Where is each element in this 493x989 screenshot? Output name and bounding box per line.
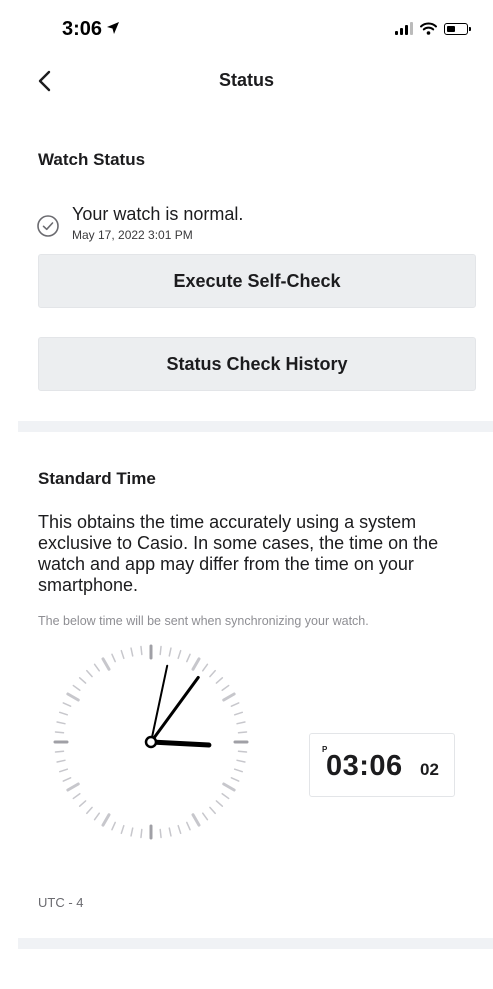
- clock-minute-tick: [130, 827, 134, 837]
- clock-minute-tick: [140, 645, 143, 656]
- clock-center: [144, 735, 158, 749]
- status-check-history-button[interactable]: Status Check History: [38, 337, 476, 391]
- clock-minute-tick: [221, 684, 230, 692]
- status-bar-time-text: 3:06: [62, 18, 103, 40]
- clock-minute-tick: [58, 711, 69, 716]
- location-arrow-icon: [106, 18, 120, 41]
- clock-hour-tick: [101, 657, 111, 671]
- clock-minute-tick: [86, 806, 93, 815]
- clock-minute-tick: [186, 821, 191, 831]
- page-title: Status: [218, 70, 274, 90]
- clock-minute-tick: [62, 777, 72, 782]
- clock-minute-tick: [140, 828, 143, 839]
- section-divider: [18, 938, 493, 949]
- execute-self-check-button[interactable]: Execute Self-Check: [38, 254, 476, 308]
- clock-minute-tick: [54, 750, 65, 753]
- digital-seconds: 02: [420, 760, 439, 779]
- clock-minute-tick: [221, 792, 230, 800]
- clock-minute-tick: [78, 800, 87, 807]
- analog-clock: [53, 644, 249, 840]
- clock-minute-tick: [111, 821, 116, 831]
- clock-minute-tick: [72, 792, 81, 800]
- clock-hour-tick: [222, 692, 236, 702]
- clock-minute-tick: [236, 721, 246, 725]
- status-bar-time: 3:06: [62, 18, 120, 41]
- clock-minute-tick: [215, 677, 224, 684]
- digital-time-display: P 03:06 02: [309, 733, 455, 797]
- cellular-signal-icon: [395, 22, 413, 35]
- utc-offset-label: UTC - 4: [38, 895, 84, 910]
- section-divider: [18, 421, 493, 432]
- clock-minute-tick: [177, 824, 182, 835]
- wifi-icon: [420, 22, 437, 35]
- clock-minute-tick: [93, 812, 101, 821]
- watch-status-date: May 17, 2022 3:01 PM: [72, 228, 193, 242]
- execute-self-check-label: Execute Self-Check: [173, 270, 341, 291]
- clock-minute-tick: [177, 649, 182, 660]
- clock-minute-tick: [54, 731, 65, 734]
- clock-hour-tick: [191, 813, 201, 827]
- status-check-history-label: Status Check History: [166, 353, 348, 374]
- clock-minute-tick: [86, 669, 93, 678]
- clock-minute-tick: [233, 768, 244, 773]
- clock-minute-tick: [233, 711, 244, 716]
- clock-minute-tick: [201, 812, 209, 821]
- clock-minute-tick: [111, 653, 116, 663]
- check-circle-icon: [37, 215, 59, 237]
- standard-time-heading: Standard Time: [38, 469, 156, 488]
- sync-note: The below time will be sent when synchro…: [38, 614, 369, 628]
- clock-minute-tick: [237, 731, 248, 734]
- standard-time-description: This obtains the time accurately using a…: [38, 512, 439, 595]
- clock-minute-tick: [120, 649, 125, 660]
- clock-minute-tick: [159, 828, 162, 839]
- clock-minute-tick: [168, 827, 172, 837]
- clock-minute-tick: [168, 647, 172, 657]
- clock-minute-tick: [56, 759, 66, 763]
- clock-hour-tick: [66, 782, 80, 792]
- clock-minute-tick: [120, 824, 125, 835]
- clock-hour-tick: [191, 657, 201, 671]
- clock-minute-tick: [62, 702, 72, 707]
- clock-minute-tick: [78, 677, 87, 684]
- clock-minute-tick: [159, 645, 162, 656]
- clock-hour-tick: [222, 782, 236, 792]
- clock-minute-tick: [209, 669, 216, 678]
- watch-status-message: Your watch is normal.: [72, 204, 244, 224]
- watch-status-heading: Watch Status: [38, 150, 146, 169]
- status-bar-icons: [395, 22, 471, 35]
- clock-minute-tick: [237, 750, 248, 753]
- clock-minute-tick: [230, 777, 240, 782]
- digital-hours-minutes: 03:06: [326, 750, 403, 782]
- clock-minute-tick: [130, 647, 134, 657]
- clock-minute-tick: [236, 759, 246, 763]
- clock-hour-tick: [101, 813, 111, 827]
- clock-minute-tick: [56, 721, 66, 725]
- clock-minute-tick: [72, 684, 81, 692]
- clock-minute-tick: [215, 800, 224, 807]
- clock-minute-tick: [209, 806, 216, 815]
- clock-minute-tick: [58, 768, 69, 773]
- clock-hour-tick: [66, 692, 80, 702]
- clock-minute-tick: [93, 663, 101, 672]
- hour-hand: [148, 739, 212, 748]
- clock-minute-tick: [201, 663, 209, 672]
- clock-minute-tick: [186, 653, 191, 663]
- battery-icon: [444, 22, 471, 35]
- clock-minute-tick: [230, 702, 240, 707]
